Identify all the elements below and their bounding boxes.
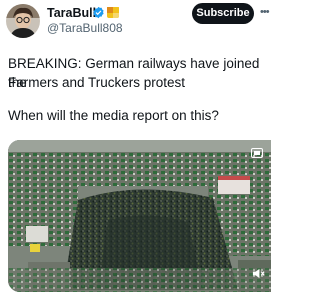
tweet-header: TaraBull @TaraBull808 Subscribe •••	[0, 0, 271, 44]
gif-icon	[251, 148, 263, 158]
protest-aerial-image	[8, 140, 271, 292]
affiliation-badge-icon	[107, 6, 119, 18]
video-player[interactable]	[8, 140, 271, 292]
display-name[interactable]: TaraBull	[47, 6, 96, 20]
avatar[interactable]	[6, 4, 40, 38]
more-horizontal-icon[interactable]: •••	[260, 6, 271, 18]
tweet-text-line: Farmers and Truckers protest	[8, 75, 186, 90]
subscribe-button[interactable]: Subscribe	[192, 3, 254, 24]
author-handle[interactable]: @TaraBull808	[47, 21, 123, 35]
mute-icon[interactable]	[252, 267, 265, 280]
verified-badge-icon	[93, 6, 104, 19]
tweet-text-line: When will the media report on this?	[8, 108, 219, 123]
